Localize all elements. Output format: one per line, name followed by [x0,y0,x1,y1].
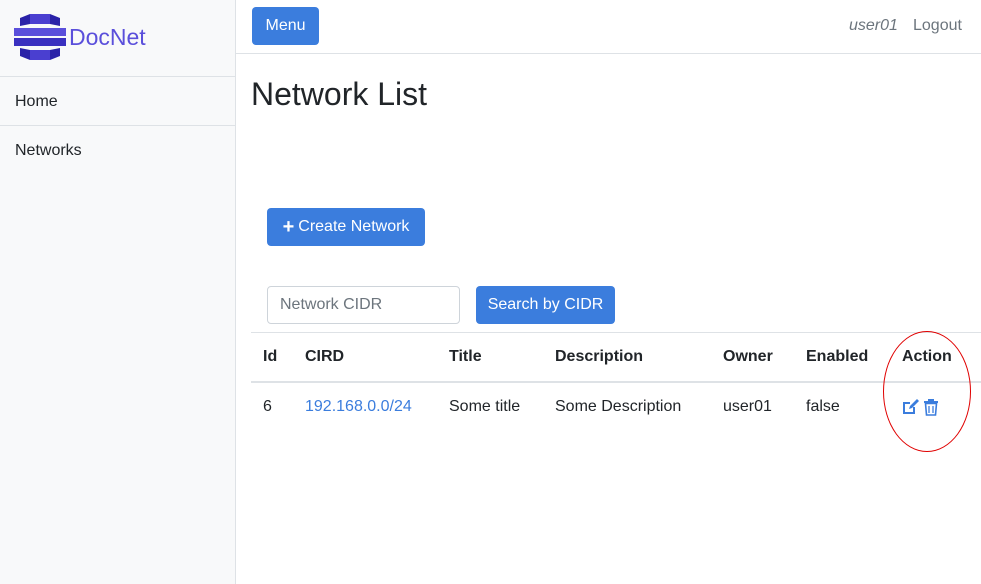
page-title: Network List [251,76,428,112]
brand[interactable]: DocNet [14,12,146,62]
menu-button[interactable]: Menu [252,7,319,45]
sidebar: DocNet Home Networks [0,0,236,584]
header-enabled: Enabled [806,348,869,365]
sidebar-divider [0,125,236,126]
table-header-border [251,381,981,383]
plus-icon: + [282,216,295,238]
cell-owner: user01 [723,398,772,415]
docnet-logo-icon [14,14,66,60]
topbar: Menu user01 Logout [236,0,981,54]
sidebar-item-networks[interactable]: Networks [15,142,82,160]
network-cidr-input[interactable] [267,286,460,324]
sidebar-item-home[interactable]: Home [15,93,58,111]
header-title: Title [449,348,482,365]
table-top-border [251,332,981,333]
cell-cidr-link[interactable]: 192.168.0.0/24 [305,398,412,416]
create-network-button[interactable]: + Create Network [267,208,425,246]
cell-description: Some Description [555,398,682,415]
current-user: user01 [849,17,898,34]
search-by-cidr-button[interactable]: Search by CIDR [476,286,615,324]
sidebar-divider [0,76,236,77]
brand-name: DocNet [69,23,146,50]
header-description: Description [555,348,644,365]
cell-title: Some title [449,398,521,415]
cell-enabled: false [806,398,840,415]
highlight-annotation [883,331,971,452]
create-network-label: Create Network [298,218,410,235]
cell-id: 6 [263,398,272,415]
header-cidr: CIRD [305,348,345,365]
header-id: Id [263,348,278,365]
logout-link[interactable]: Logout [913,17,962,35]
header-owner: Owner [723,348,773,365]
